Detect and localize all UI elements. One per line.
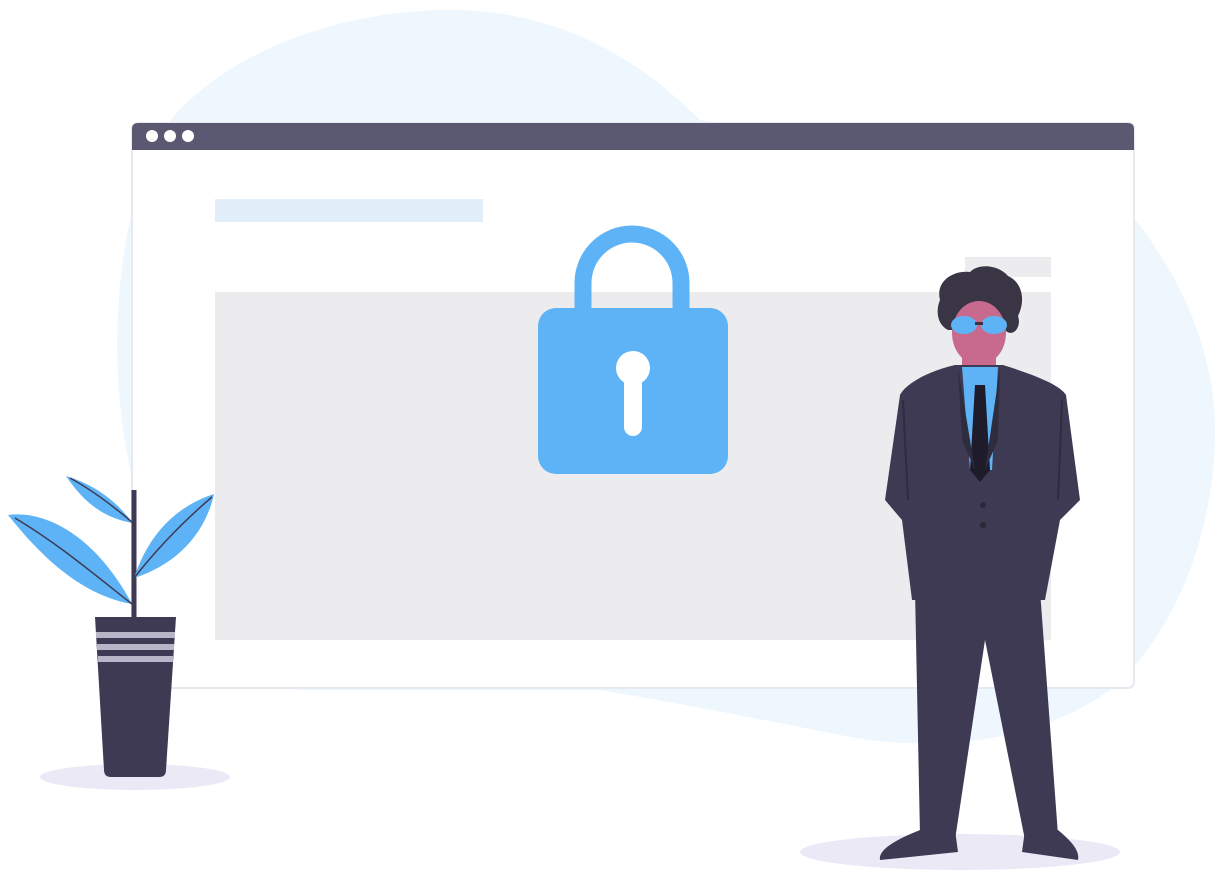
plant-pot xyxy=(95,617,176,777)
keyhole-slot xyxy=(624,372,642,436)
security-illustration-scene xyxy=(0,0,1223,872)
pot-stripe xyxy=(97,644,174,650)
plant-leaf xyxy=(8,514,132,604)
window-dot-icon xyxy=(182,130,194,142)
pot-stripe xyxy=(96,632,175,638)
window-dot-icon xyxy=(164,130,176,142)
security-illustration xyxy=(8,10,1216,870)
plant-leaf xyxy=(66,476,133,523)
pot-stripe xyxy=(98,656,173,662)
window-dot-icon xyxy=(146,130,158,142)
browser-title-bar xyxy=(132,123,1134,150)
title-placeholder-bar xyxy=(215,199,483,222)
